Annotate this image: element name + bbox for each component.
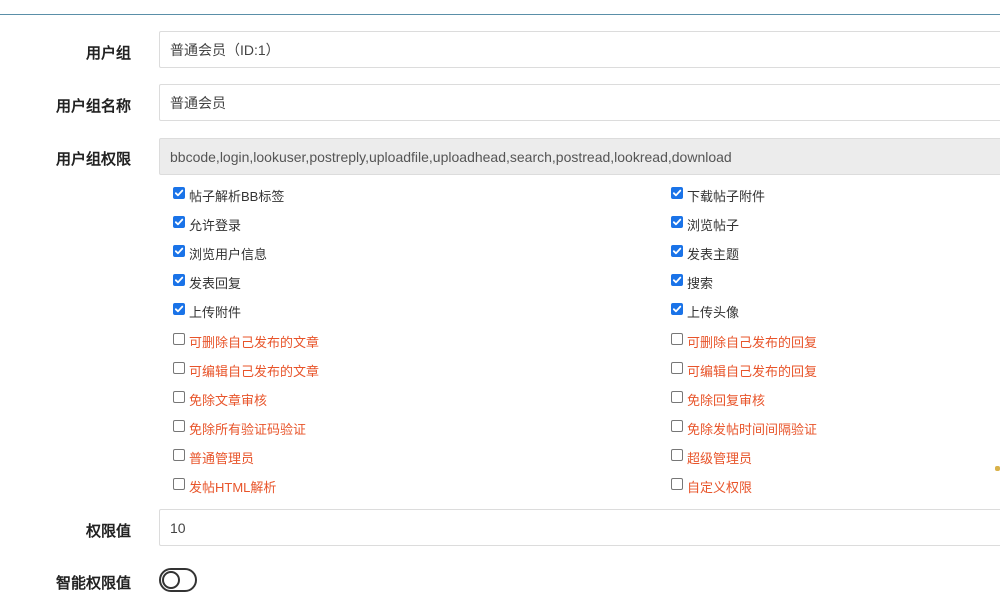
permission-label: 自定义权限 [687, 479, 753, 495]
permission-label: 下载帖子附件 [687, 188, 766, 204]
permission-label: 发帖HTML解析 [189, 479, 277, 495]
permission-item[interactable]: 发表回复 [173, 273, 241, 291]
permission-label: 可编辑自己发布的文章 [189, 363, 320, 379]
checkbox-checked-icon[interactable] [173, 216, 185, 228]
permission-item[interactable]: 下载帖子附件 [671, 186, 765, 204]
checkbox-unchecked-icon[interactable] [671, 362, 683, 374]
permission-label: 可删除自己发布的文章 [189, 334, 320, 350]
permission-item[interactable]: 超级管理员 [671, 448, 752, 466]
permission-label: 上传附件 [189, 304, 242, 320]
permission-item[interactable]: 浏览帖子 [671, 215, 739, 233]
toggle-knob [162, 571, 180, 589]
permission-item[interactable]: 免除所有验证码验证 [173, 419, 306, 437]
checkbox-unchecked-icon[interactable] [173, 391, 185, 403]
checkbox-unchecked-icon[interactable] [173, 478, 185, 490]
group-label: 用户组 [85, 45, 131, 62]
permission-label: 免除发帖时间间隔验证 [687, 421, 818, 437]
group-perms-field[interactable] [159, 138, 1000, 175]
permission-item[interactable]: 可删除自己发布的回复 [671, 332, 817, 350]
permission-label: 免除文章审核 [189, 392, 268, 408]
checkbox-unchecked-icon[interactable] [671, 391, 683, 403]
checkbox-checked-icon[interactable] [173, 245, 185, 257]
permission-label: 浏览用户信息 [189, 246, 268, 262]
smart-level-label: 智能权限值 [55, 575, 131, 592]
permission-label: 可编辑自己发布的回复 [687, 363, 818, 379]
permission-item[interactable]: 可编辑自己发布的回复 [671, 361, 817, 379]
checkbox-checked-icon[interactable] [173, 303, 185, 315]
permission-label: 超级管理员 [687, 450, 753, 466]
group-field[interactable] [159, 31, 1000, 68]
permission-item[interactable]: 上传头像 [671, 302, 739, 320]
permission-label: 允许登录 [189, 217, 242, 233]
group-name-field[interactable] [159, 84, 1000, 121]
group-name-label: 用户组名称 [55, 98, 131, 115]
permission-label: 帖子解析BB标签 [189, 188, 285, 204]
top-divider [0, 14, 1000, 15]
permission-item[interactable]: 普通管理员 [173, 448, 254, 466]
level-label: 权限值 [85, 523, 131, 540]
checkbox-unchecked-icon[interactable] [671, 449, 683, 461]
permission-label: 发表主题 [687, 246, 740, 262]
permission-item[interactable]: 搜索 [671, 273, 713, 291]
checkbox-checked-icon[interactable] [173, 274, 185, 286]
checkbox-unchecked-icon[interactable] [671, 478, 683, 490]
permission-label: 搜索 [687, 275, 714, 291]
edge-marker [995, 466, 1000, 471]
permission-label: 发表回复 [189, 275, 242, 291]
checkbox-unchecked-icon[interactable] [173, 420, 185, 432]
checkbox-checked-icon[interactable] [671, 187, 683, 199]
permission-label: 普通管理员 [189, 450, 255, 466]
permission-item[interactable]: 免除回复审核 [671, 390, 765, 408]
permission-item[interactable]: 浏览用户信息 [173, 244, 267, 262]
checkbox-unchecked-icon[interactable] [671, 420, 683, 432]
checkbox-unchecked-icon[interactable] [671, 333, 683, 345]
group-perms-label: 用户组权限 [55, 151, 131, 168]
checkbox-checked-icon[interactable] [671, 303, 683, 315]
permission-item[interactable]: 可编辑自己发布的文章 [173, 361, 319, 379]
permission-item[interactable]: 免除发帖时间间隔验证 [671, 419, 817, 437]
permission-item[interactable]: 允许登录 [173, 215, 241, 233]
permission-label: 免除所有验证码验证 [189, 421, 307, 437]
checkbox-unchecked-icon[interactable] [173, 333, 185, 345]
permission-item[interactable]: 可删除自己发布的文章 [173, 332, 319, 350]
permission-item[interactable]: 帖子解析BB标签 [173, 186, 284, 204]
permission-label: 免除回复审核 [687, 392, 766, 408]
level-field[interactable] [159, 509, 1000, 546]
checkbox-unchecked-icon[interactable] [173, 362, 185, 374]
checkbox-checked-icon[interactable] [671, 274, 683, 286]
permission-label: 浏览帖子 [687, 217, 740, 233]
checkbox-checked-icon[interactable] [173, 187, 185, 199]
permission-item[interactable]: 自定义权限 [671, 477, 752, 495]
permission-label: 上传头像 [687, 304, 740, 320]
checkbox-checked-icon[interactable] [671, 216, 683, 228]
permission-item[interactable]: 上传附件 [173, 302, 241, 320]
checkbox-checked-icon[interactable] [671, 245, 683, 257]
permission-item[interactable]: 发帖HTML解析 [173, 477, 276, 495]
permission-item[interactable]: 发表主题 [671, 244, 739, 262]
smart-level-toggle[interactable] [159, 568, 197, 592]
checkbox-unchecked-icon[interactable] [173, 449, 185, 461]
permission-item[interactable]: 免除文章审核 [173, 390, 267, 408]
permission-label: 可删除自己发布的回复 [687, 334, 818, 350]
